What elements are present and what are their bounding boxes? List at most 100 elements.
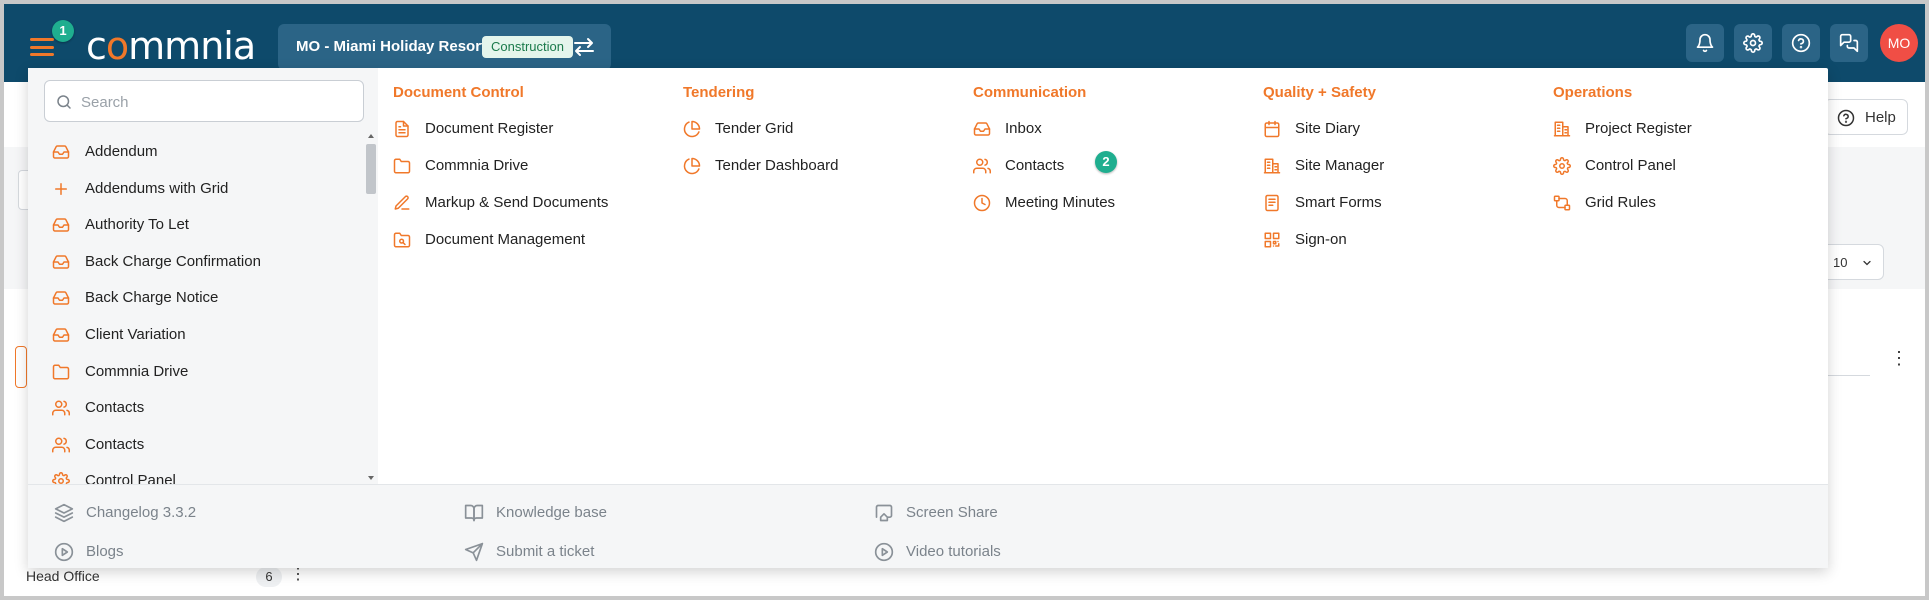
screen-share-icon bbox=[874, 503, 894, 523]
menu-link-sign-on[interactable]: Sign-on bbox=[1263, 221, 1543, 258]
project-switcher[interactable]: MO - Miami Holiday Resort Construction bbox=[278, 24, 611, 70]
inbox-icon bbox=[52, 216, 70, 234]
page-divider bbox=[1826, 375, 1870, 376]
menu-link-label: Tender Grid bbox=[715, 120, 794, 137]
chat-button[interactable] bbox=[1830, 24, 1868, 62]
menu-link-inbox[interactable]: Inbox bbox=[973, 110, 1253, 147]
page-selected-card[interactable] bbox=[15, 346, 27, 388]
menu-list-item-authority-to-let[interactable]: Authority To Let bbox=[28, 207, 364, 243]
row-kebab-icon[interactable]: ⋮ bbox=[1890, 349, 1908, 367]
menu-list-item-label: Client Variation bbox=[85, 326, 186, 343]
menu-column-heading: Communication bbox=[973, 84, 1087, 101]
scroll-down-arrow[interactable] bbox=[368, 476, 374, 480]
menu-list-item-label: Addendums with Grid bbox=[85, 179, 229, 197]
menu-link-label: Site Diary bbox=[1295, 120, 1361, 137]
pie-chart-icon bbox=[683, 157, 701, 175]
document-icon bbox=[393, 120, 411, 138]
menu-list-item-control-panel[interactable]: Control Panel bbox=[28, 463, 364, 484]
search-icon bbox=[57, 95, 71, 109]
pie-chart-icon bbox=[683, 120, 701, 138]
scroll-up-arrow[interactable] bbox=[368, 134, 374, 138]
book-icon bbox=[464, 503, 484, 523]
menu-list-item-contacts[interactable]: Contacts bbox=[28, 390, 364, 426]
send-icon bbox=[464, 542, 484, 562]
menu-list-item-addendum[interactable]: Addendum bbox=[28, 134, 364, 170]
menu-list-item-back-charge-notice[interactable]: Back Charge Notice bbox=[28, 280, 364, 316]
menu-link-grid-rules[interactable]: Grid Rules bbox=[1553, 184, 1833, 221]
page-row-label: Head Office bbox=[26, 568, 100, 584]
menu-link-label: Smart Forms bbox=[1295, 194, 1382, 211]
menu-link-label: Meeting Minutes bbox=[1005, 194, 1116, 211]
menu-link-meeting-minutes[interactable]: Meeting Minutes bbox=[973, 184, 1253, 221]
inbox-icon bbox=[52, 326, 70, 344]
menu-list-item-label: Control Panel bbox=[85, 472, 176, 484]
scroll-thumb[interactable] bbox=[366, 144, 376, 194]
menu-link-site-manager[interactable]: Site Manager bbox=[1263, 147, 1543, 184]
menu-link-document-management[interactable]: Document Management bbox=[393, 221, 673, 258]
menu-list-item-addendums-with-grid[interactable]: Addendums with Grid bbox=[28, 171, 364, 207]
footer-link-label: Video tutorials bbox=[906, 543, 1001, 560]
menu-list-item-client-variation[interactable]: Client Variation bbox=[28, 317, 364, 353]
menu-link-tender-grid[interactable]: Tender Grid bbox=[683, 110, 963, 147]
menu-link-document-register[interactable]: Document Register bbox=[393, 110, 673, 147]
chevron-down-icon bbox=[1863, 260, 1871, 266]
footer-link-label: Knowledge base bbox=[496, 504, 607, 521]
menu-list: Addendum Addendums with Grid Authority To … bbox=[28, 132, 364, 484]
help-circle-icon bbox=[1837, 109, 1855, 127]
menu-list-item-back-charge-confirmation[interactable]: Back Charge Confirmation bbox=[28, 244, 364, 280]
menu-list-item-contacts[interactable]: Contacts bbox=[28, 427, 364, 463]
building-icon bbox=[1263, 157, 1281, 175]
folder-icon bbox=[52, 363, 70, 381]
footer-link-label: Submit a ticket bbox=[496, 543, 595, 560]
page-size-value: 10 bbox=[1833, 255, 1848, 270]
user-avatar[interactable]: MO bbox=[1880, 24, 1918, 62]
menu-link-tender-dashboard[interactable]: Tender Dashboard bbox=[683, 147, 963, 184]
calendar-icon bbox=[1263, 120, 1281, 138]
menu-column-operations: Operations Project Register Control Panel G… bbox=[1553, 84, 1833, 221]
menu-link-markup-send-documents[interactable]: Markup & Send Documents bbox=[393, 184, 673, 221]
app-logo[interactable]: commnia bbox=[86, 24, 256, 68]
project-name: MO - Miami Holiday Resort bbox=[296, 38, 487, 55]
gear-icon bbox=[52, 472, 70, 484]
menu-column-heading: Operations bbox=[1553, 84, 1633, 101]
form-icon bbox=[1263, 194, 1281, 212]
hamburger-menu-icon[interactable] bbox=[30, 38, 54, 56]
flow-icon bbox=[1553, 194, 1571, 212]
building-icon bbox=[1553, 120, 1571, 138]
menu-link-project-register[interactable]: Project Register bbox=[1553, 110, 1833, 147]
menu-column-heading: Quality + Safety bbox=[1263, 84, 1376, 101]
clock-icon bbox=[973, 194, 991, 212]
menu-link-smart-forms[interactable]: Smart Forms bbox=[1263, 184, 1543, 221]
settings-button[interactable] bbox=[1734, 24, 1772, 62]
menu-column-communication: Communication Inbox Contacts Meeting Minute… bbox=[973, 84, 1253, 221]
folder-icon bbox=[393, 157, 411, 175]
menu-link-control-panel[interactable]: Control Panel bbox=[1553, 147, 1833, 184]
menu-list-item-label: Authority To Let bbox=[85, 216, 189, 234]
chat-icon bbox=[1839, 33, 1859, 53]
menu-list-item-label: Addendum bbox=[85, 143, 158, 160]
footer-link-label: Blogs bbox=[86, 543, 124, 560]
menu-search-panel: Addendum Addendums with Grid Authority To … bbox=[28, 68, 378, 484]
footer-link-label: Screen Share bbox=[906, 504, 998, 521]
menu-link-commnia-drive[interactable]: Commnia Drive bbox=[393, 147, 673, 184]
menu-link-label: Markup & Send Documents bbox=[425, 194, 609, 211]
page-help-button[interactable]: Help bbox=[1824, 99, 1908, 135]
menu-link-label: Project Register bbox=[1585, 120, 1692, 137]
users-icon bbox=[52, 399, 70, 417]
menu-link-site-diary[interactable]: Site Diary bbox=[1263, 110, 1543, 147]
menu-link-label: Control Panel bbox=[1585, 157, 1676, 174]
layers-icon bbox=[54, 503, 74, 523]
users-icon bbox=[52, 436, 70, 454]
menu-list-scrollbar[interactable] bbox=[364, 132, 378, 484]
notifications-button[interactable] bbox=[1686, 24, 1724, 62]
menu-list-item-commnia-drive[interactable]: Commnia Drive bbox=[28, 354, 364, 390]
help-circle-icon bbox=[1791, 33, 1811, 53]
row-kebab-icon[interactable]: ⋮ bbox=[290, 566, 306, 584]
menu-link-label: Grid Rules bbox=[1585, 194, 1656, 211]
help-button[interactable] bbox=[1782, 24, 1820, 62]
menu-link-label: Site Manager bbox=[1295, 157, 1385, 174]
search-input[interactable] bbox=[81, 89, 351, 115]
swap-icon[interactable] bbox=[572, 35, 596, 59]
page-row-count: 6 bbox=[256, 567, 282, 587]
step-badge-2: 2 bbox=[1095, 151, 1117, 173]
